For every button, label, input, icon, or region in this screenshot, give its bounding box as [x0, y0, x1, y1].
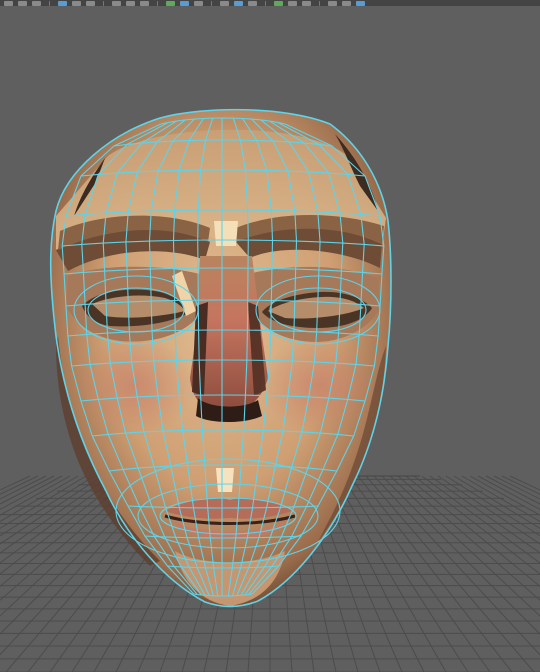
- toolbar-separator: [211, 0, 212, 6]
- snap-curve-icon[interactable]: [72, 0, 81, 6]
- grid-icon[interactable]: [58, 0, 67, 6]
- gate-icon[interactable]: [356, 0, 365, 6]
- lip-highlight: [216, 468, 234, 492]
- viewport-canvas[interactable]: [0, 6, 540, 672]
- toolbar-separator: [49, 0, 50, 6]
- isolate-icon[interactable]: [274, 0, 283, 6]
- select-icon[interactable]: [4, 0, 13, 6]
- light-icon[interactable]: [248, 0, 257, 6]
- nose-bridge-highlight: [214, 221, 238, 246]
- output-icon[interactable]: [140, 0, 149, 6]
- 3d-viewport[interactable]: [0, 6, 540, 672]
- history-icon[interactable]: [112, 0, 121, 6]
- resolution-icon[interactable]: [342, 0, 351, 6]
- lasso-icon[interactable]: [18, 0, 27, 6]
- wireframe-icon[interactable]: [302, 0, 311, 6]
- snap-point-icon[interactable]: [86, 0, 95, 6]
- toolbar-separator: [319, 0, 320, 6]
- xray-icon[interactable]: [288, 0, 297, 6]
- magnet-icon[interactable]: [166, 0, 175, 6]
- toolbar-separator: [157, 0, 158, 6]
- cheek-right: [260, 338, 380, 434]
- camera-icon[interactable]: [180, 0, 189, 6]
- input-icon[interactable]: [126, 0, 135, 6]
- ipr-icon[interactable]: [220, 0, 229, 6]
- render-icon[interactable]: [194, 0, 203, 6]
- toolbar-separator: [103, 0, 104, 6]
- toolbar-separator: [265, 0, 266, 6]
- frame-icon[interactable]: [328, 0, 337, 6]
- paint-icon[interactable]: [32, 0, 41, 6]
- shading-icon[interactable]: [234, 0, 243, 6]
